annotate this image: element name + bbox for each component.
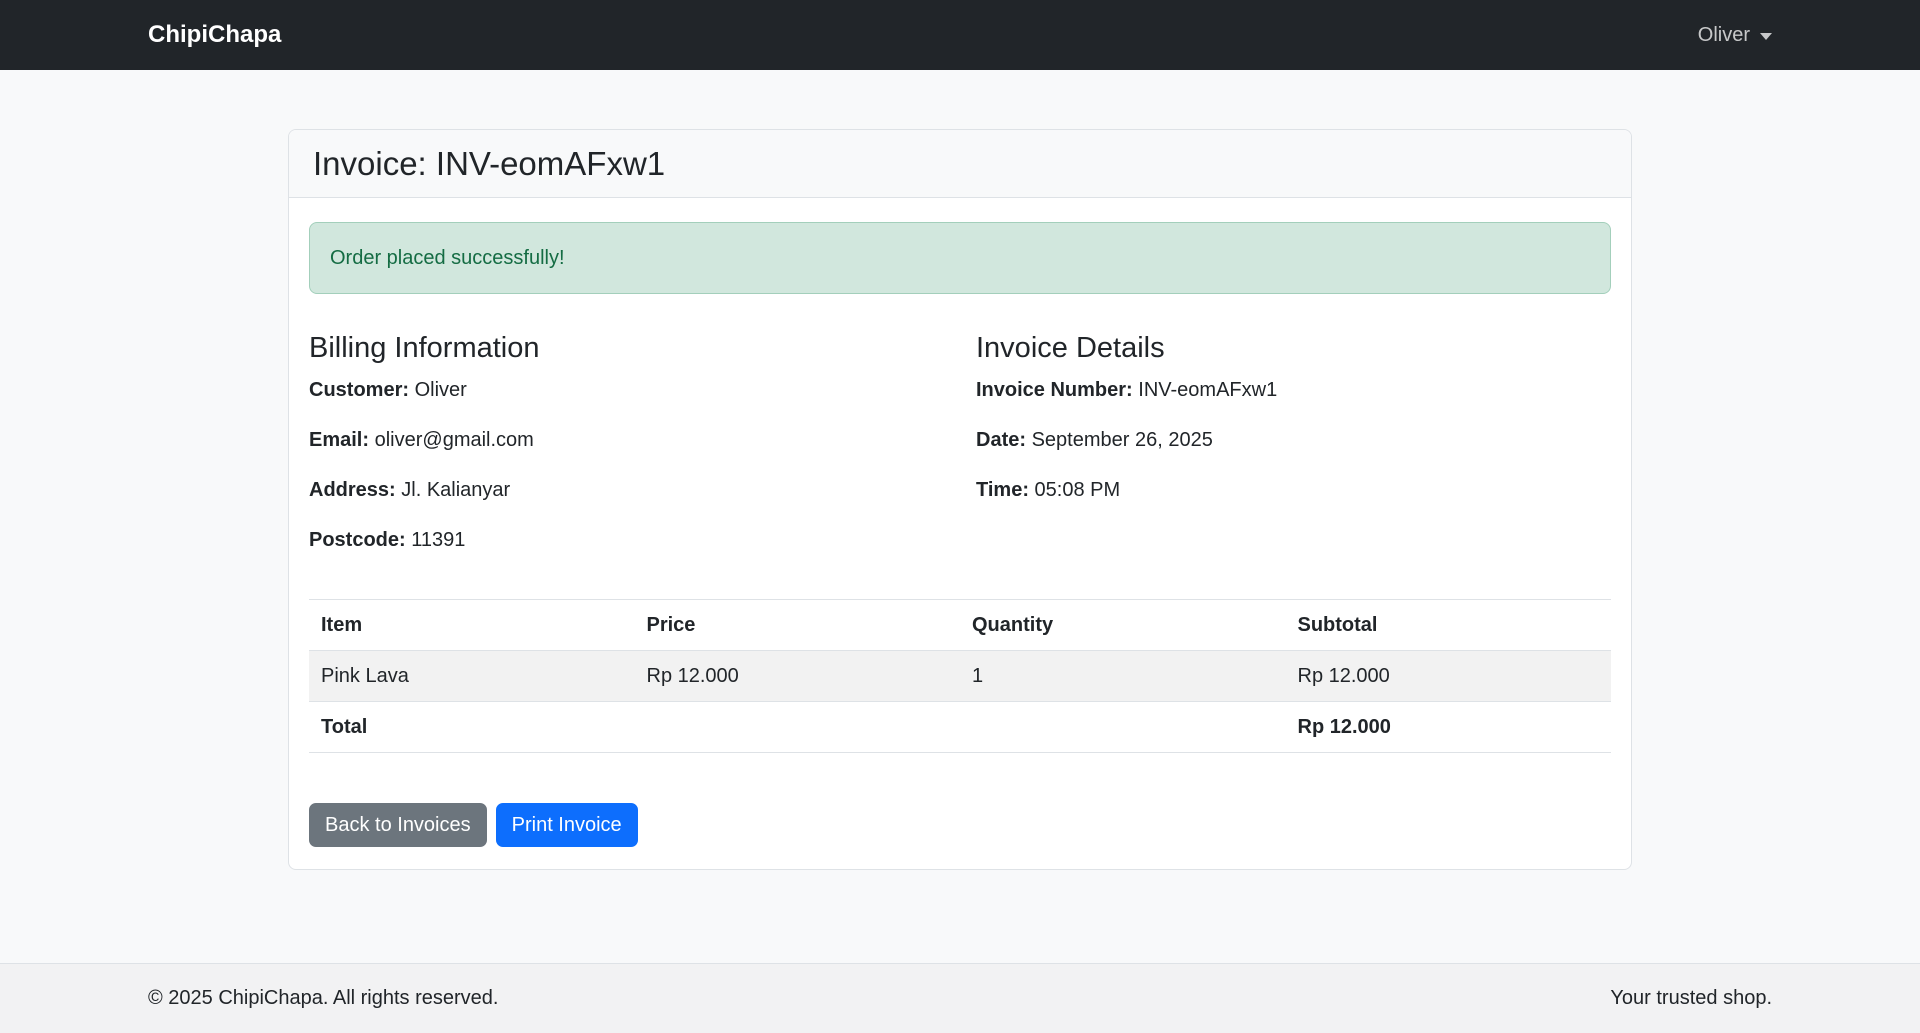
billing-postcode-value: 11391 xyxy=(411,529,466,551)
item-cell: Pink Lava xyxy=(309,650,635,702)
page-title: Invoice: INV-eomAFxw1 xyxy=(313,145,666,182)
invoice-number-value: INV-eomAFxw1 xyxy=(1138,379,1278,401)
success-alert: Order placed successfully! xyxy=(309,222,1611,294)
column-header-quantity: Quantity xyxy=(960,599,1286,651)
invoice-date-value: September 26, 2025 xyxy=(1031,429,1213,451)
billing-address-label: Address: xyxy=(309,479,396,501)
footer-copyright: © 2025 ChipiChapa. All rights reserved. xyxy=(148,987,499,1009)
billing-email: Email: oliver@gmail.com xyxy=(309,425,960,455)
invoice-time: Time: 05:08 PM xyxy=(976,475,1611,505)
invoice-date-label: Date: xyxy=(976,429,1027,451)
main-content: Invoice: INV-eomAFxw1 Order placed succe… xyxy=(0,70,1920,963)
user-dropdown-label: Oliver xyxy=(1697,23,1750,46)
total-row: Total Rp 12.000 xyxy=(309,701,1611,753)
action-buttons: Back to Invoices Print Invoice xyxy=(309,803,1611,847)
invoice-card-body: Order placed successfully! Billing Infor… xyxy=(289,198,1631,869)
subtotal-cell: Rp 12.000 xyxy=(1285,650,1611,702)
brand-logo[interactable]: ChipiChapa xyxy=(148,21,281,49)
billing-customer-label: Customer: xyxy=(309,379,410,401)
billing-address: Address: Jl. Kalianyar xyxy=(309,475,960,505)
page: ChipiChapa Oliver Invoice: INV-eomAFxw1 … xyxy=(0,0,1920,1033)
billing-address-value: Jl. Kalianyar xyxy=(401,479,511,501)
invoice-number-label: Invoice Number: xyxy=(976,379,1133,401)
invoice-time-label: Time: xyxy=(976,479,1029,501)
success-alert-message: Order placed successfully! xyxy=(330,247,565,269)
billing-customer: Customer: Oliver xyxy=(309,375,960,405)
invoice-number: Invoice Number: INV-eomAFxw1 xyxy=(976,375,1611,405)
empty-cell xyxy=(634,701,960,753)
billing-customer-value: Oliver xyxy=(414,379,467,401)
invoice-details-heading: Invoice Details xyxy=(976,332,1165,364)
invoice-card: Invoice: INV-eomAFxw1 Order placed succe… xyxy=(288,129,1632,870)
navbar-inner: ChipiChapa Oliver xyxy=(148,0,1772,70)
footer: © 2025 ChipiChapa. All rights reserved. … xyxy=(0,963,1920,1033)
price-cell: Rp 12.000 xyxy=(634,650,960,702)
user-dropdown-toggle[interactable]: Oliver xyxy=(1698,24,1772,47)
empty-cell xyxy=(960,701,1286,753)
column-header-price: Price xyxy=(634,599,960,651)
footer-inner: © 2025 ChipiChapa. All rights reserved. … xyxy=(148,964,1772,1033)
total-label: Total xyxy=(309,701,635,753)
billing-postcode: Postcode: 11391 xyxy=(309,525,960,555)
billing-heading: Billing Information xyxy=(309,332,540,364)
quantity-cell: 1 xyxy=(960,650,1286,702)
column-header-item: Item xyxy=(309,599,635,651)
invoice-card-header: Invoice: INV-eomAFxw1 xyxy=(289,130,1631,198)
info-columns: Billing Information Customer: Oliver Ema… xyxy=(309,330,1611,575)
caret-down-icon xyxy=(1760,33,1772,40)
billing-info-section: Billing Information Customer: Oliver Ema… xyxy=(309,330,960,575)
invoice-items-table: Item Price Quantity Subtotal Pink Lava R… xyxy=(309,599,1611,753)
navbar: ChipiChapa Oliver xyxy=(0,0,1920,70)
column-header-subtotal: Subtotal xyxy=(1285,599,1611,651)
billing-email-value: oliver@gmail.com xyxy=(374,429,534,451)
billing-email-label: Email: xyxy=(309,429,370,451)
footer-tagline: Your trusted shop. xyxy=(1610,987,1772,1009)
billing-postcode-label: Postcode: xyxy=(309,529,406,551)
invoice-details-section: Invoice Details Invoice Number: INV-eomA… xyxy=(960,330,1611,575)
invoice-time-value: 05:08 PM xyxy=(1034,479,1121,501)
back-to-invoices-button[interactable]: Back to Invoices xyxy=(309,803,487,847)
table-header: Item Price Quantity Subtotal xyxy=(309,599,1611,651)
print-invoice-button[interactable]: Print Invoice xyxy=(495,803,638,847)
table-row: Pink Lava Rp 12.000 1 Rp 12.000 xyxy=(309,650,1611,702)
invoice-date: Date: September 26, 2025 xyxy=(976,425,1611,455)
total-value: Rp 12.000 xyxy=(1285,701,1611,753)
